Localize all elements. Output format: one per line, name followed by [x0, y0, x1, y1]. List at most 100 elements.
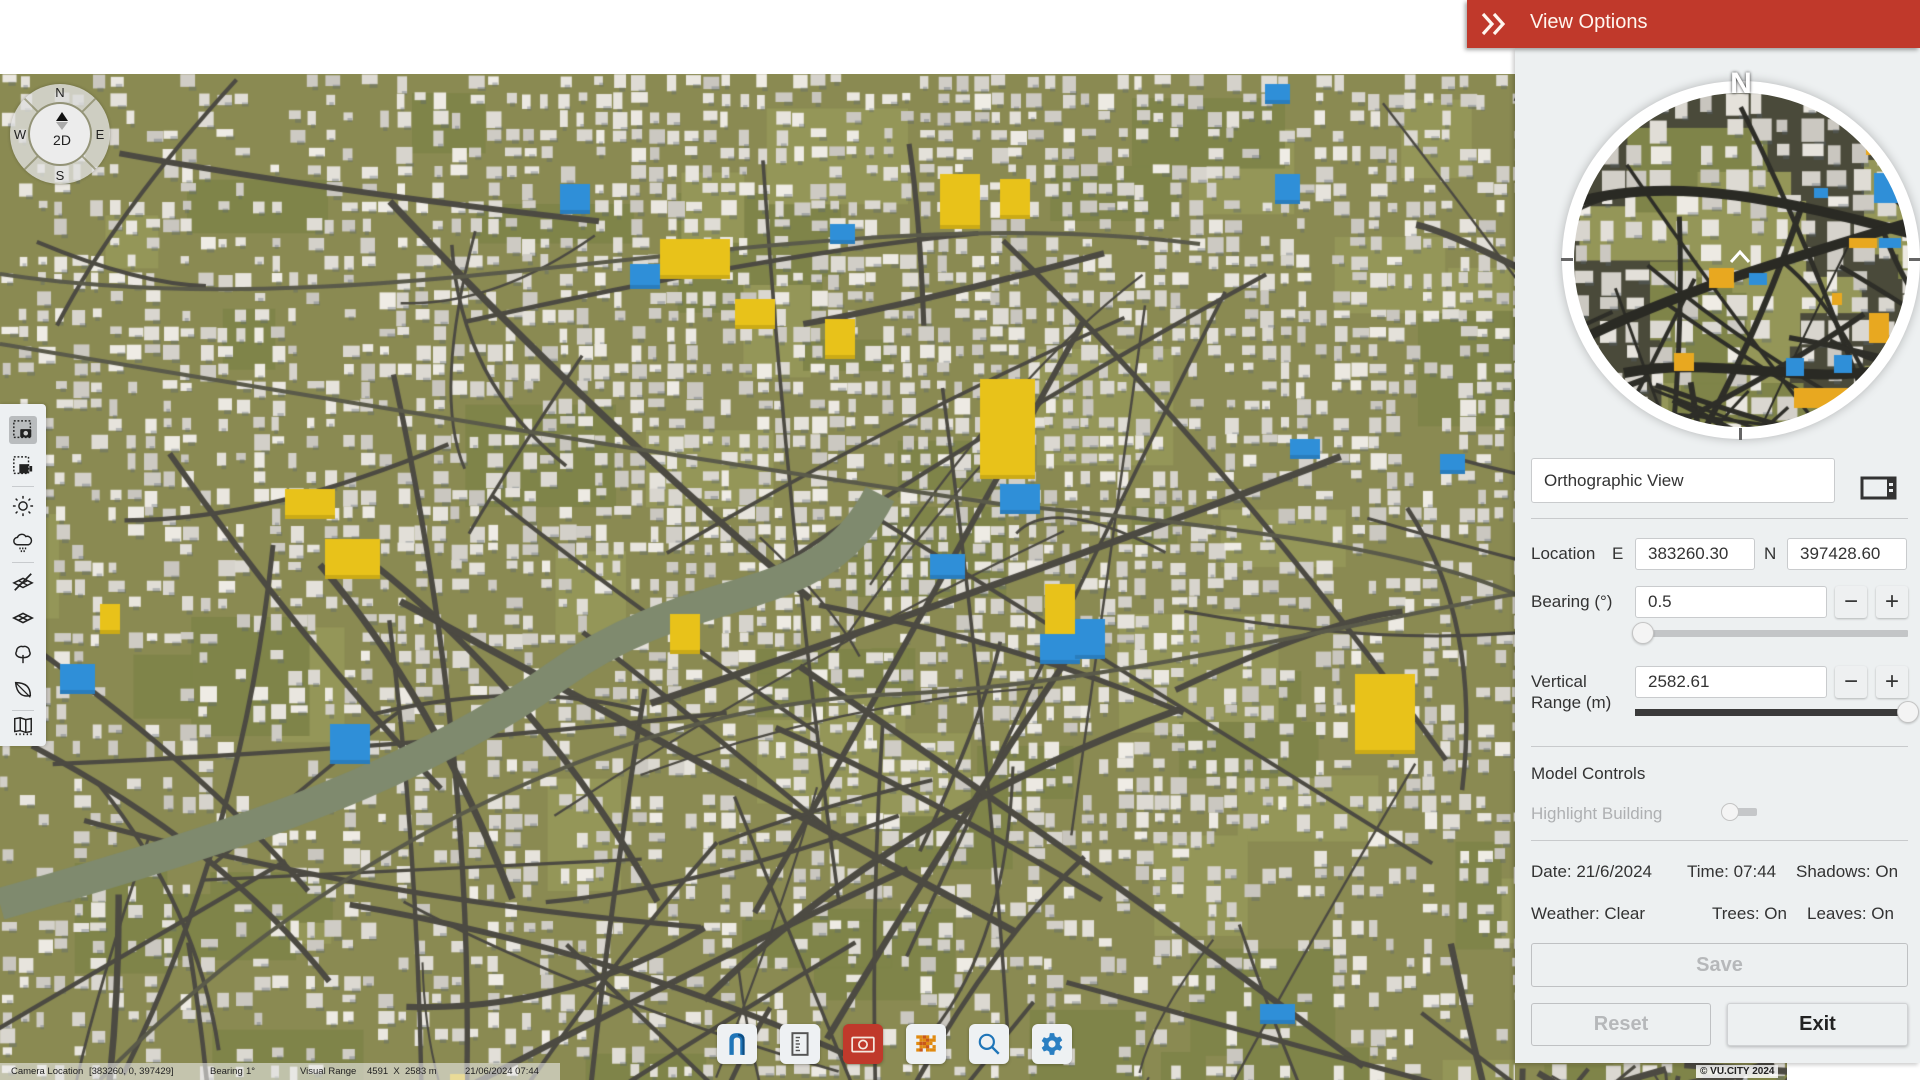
- vertical-range-decrement-button[interactable]: −: [1835, 666, 1867, 698]
- video-capture-button[interactable]: [9, 452, 37, 480]
- copyright-text: © VU.CITY 2024: [1696, 1065, 1779, 1078]
- settings-button[interactable]: [1032, 1024, 1072, 1064]
- camera-icon: [851, 1036, 875, 1053]
- document-button[interactable]: [780, 1024, 820, 1064]
- info-leaves: Leaves: On: [1807, 904, 1894, 923]
- panel-layout-icon[interactable]: [1860, 476, 1897, 500]
- sun-icon: [12, 495, 34, 517]
- document-icon: [791, 1032, 809, 1056]
- view-type-field[interactable]: Orthographic View: [1531, 458, 1835, 503]
- layer-off-icon: [12, 573, 34, 591]
- weather-button[interactable]: [9, 528, 37, 556]
- bearing-input[interactable]: 0.5: [1635, 586, 1827, 618]
- save-button[interactable]: Save: [1531, 943, 1908, 987]
- gear-icon: [1041, 1033, 1063, 1055]
- camera-select-icon: [13, 420, 32, 439]
- visual-range-label: Visual Range: [300, 1066, 357, 1077]
- minimap-tick-south: [1739, 428, 1742, 440]
- search-button[interactable]: [969, 1024, 1009, 1064]
- info-time: Time: 07:44: [1687, 862, 1777, 881]
- northing-label: N: [1764, 544, 1777, 563]
- vertical-range-slider[interactable]: [1635, 709, 1908, 716]
- camera-location-label: Camera Location: [11, 1066, 84, 1077]
- view-mode-label[interactable]: 2D: [30, 132, 94, 148]
- vertical-range-input[interactable]: 2582.61: [1635, 666, 1827, 698]
- highlight-building-toggle[interactable]: [1721, 803, 1759, 823]
- panel-separator: [1531, 746, 1908, 747]
- vertical-range-label-line2: Range (m): [1531, 693, 1612, 712]
- visual-range-value: 4591 X 2583 m: [367, 1066, 437, 1077]
- pixel-tool-button[interactable]: [906, 1024, 946, 1064]
- status-datetime: 21/06/2024 07:44: [465, 1066, 539, 1077]
- layers-button[interactable]: [9, 604, 37, 632]
- vertical-range-slider-thumb[interactable]: [1897, 701, 1919, 723]
- vertical-range-label-line1: Vertical: [1531, 672, 1587, 691]
- bearing-slider-thumb[interactable]: [1632, 622, 1654, 644]
- compass-center[interactable]: 2D: [28, 102, 92, 166]
- toggle-knob: [1721, 803, 1739, 821]
- panel-separator: [1531, 518, 1908, 519]
- bearing-decrement-button[interactable]: −: [1835, 586, 1867, 618]
- minimap-north-label: N: [1730, 67, 1752, 100]
- vertical-range-increment-button[interactable]: +: [1876, 666, 1908, 698]
- left-toolbar: [0, 404, 46, 746]
- minimap-widget[interactable]: N: [1539, 62, 1920, 440]
- search-icon: [978, 1033, 1000, 1055]
- model-controls-heading: Model Controls: [1531, 764, 1646, 783]
- camera-location-value: [383260, 0, 397429]: [89, 1066, 174, 1077]
- exit-button[interactable]: Exit: [1727, 1003, 1908, 1046]
- panel-separator: [1531, 840, 1908, 841]
- easting-label: E: [1612, 544, 1624, 563]
- info-weather: Weather: Clear: [1531, 904, 1646, 923]
- map-viewport[interactable]: [0, 74, 1515, 1080]
- compass-west[interactable]: W: [13, 127, 27, 142]
- minimap-tick-west: [1561, 258, 1573, 261]
- panel-header: View Options: [1467, 0, 1920, 48]
- hide-layer-button[interactable]: [9, 568, 37, 596]
- toolbar-separator: [12, 710, 34, 711]
- sun-button[interactable]: [9, 492, 37, 520]
- compass-widget[interactable]: N S W E 2D: [10, 84, 110, 184]
- bearing-increment-button[interactable]: +: [1876, 586, 1908, 618]
- vucity-button[interactable]: [717, 1024, 757, 1064]
- info-shadows: Shadows: On: [1796, 862, 1899, 881]
- northing-input[interactable]: 397428.60: [1787, 538, 1907, 570]
- minimap-tick-east: [1909, 258, 1920, 261]
- map-icon: [14, 716, 32, 736]
- reset-button[interactable]: Reset: [1531, 1003, 1711, 1046]
- easting-input[interactable]: 383260.30: [1635, 538, 1755, 570]
- toolbar-separator: [12, 562, 34, 563]
- bearing-label: Bearing (°): [1531, 592, 1613, 611]
- bearing-value: 1°: [246, 1066, 256, 1077]
- location-label: Location: [1531, 544, 1596, 563]
- trees-button[interactable]: [9, 640, 37, 668]
- video-select-icon: [13, 456, 33, 475]
- leaf-icon: [14, 681, 32, 698]
- compass-north[interactable]: N: [53, 85, 67, 100]
- status-bar: Camera Location [383260, 0, 397429] Bear…: [0, 1063, 560, 1080]
- vertical-range-slider-fill: [1635, 709, 1908, 716]
- pixel-grid-icon: [916, 1035, 936, 1052]
- north-arrow-icon: [56, 112, 68, 121]
- map-button[interactable]: [9, 712, 37, 740]
- compass-east[interactable]: E: [93, 127, 107, 142]
- bearing-label: Bearing: [210, 1066, 243, 1077]
- area-capture-button[interactable]: [9, 416, 37, 444]
- vucity-logo-icon: [729, 1033, 745, 1055]
- highlight-building-label: Highlight Building: [1531, 804, 1663, 823]
- toolbar-separator: [12, 486, 34, 487]
- tree-icon: [15, 645, 31, 664]
- cloud-rain-icon: [13, 533, 33, 553]
- map-canvas[interactable]: [0, 74, 1515, 1080]
- south-arrow-icon: [56, 122, 68, 130]
- bearing-slider[interactable]: [1635, 630, 1908, 637]
- compass-south[interactable]: S: [53, 168, 67, 183]
- layers-icon: [12, 612, 34, 624]
- panel-title: View Options: [1530, 11, 1648, 33]
- camera-position-icon: [1729, 249, 1751, 263]
- leaves-button[interactable]: [9, 676, 37, 704]
- collapse-panel-icon[interactable]: [1479, 10, 1509, 38]
- camera-button[interactable]: [843, 1024, 883, 1064]
- info-date: Date: 21/6/2024: [1531, 862, 1652, 881]
- info-trees: Trees: On: [1712, 904, 1787, 923]
